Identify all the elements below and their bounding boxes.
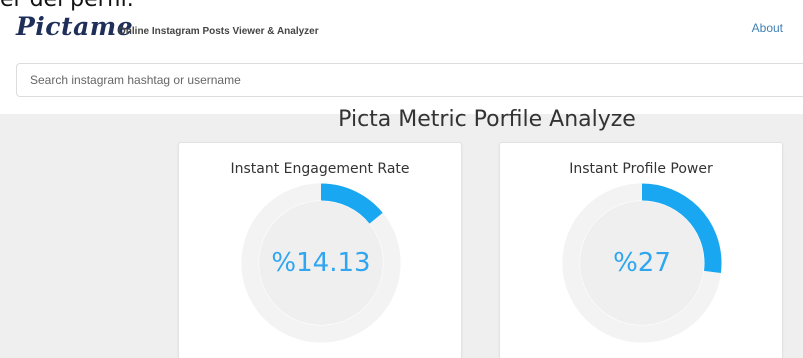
gauge-value: %27 [613, 248, 671, 278]
page-title: Picta Metric Porfile Analyze [338, 107, 636, 132]
metric-card-title: Instant Engagement Rate [230, 161, 410, 177]
site-tagline: Online Instagram Posts Viewer & Analyzer [118, 26, 319, 37]
engagement-gauge: %14.13 [241, 183, 401, 343]
cropped-text: er del perfil. [0, 0, 134, 12]
site-logo[interactable]: Pictame [16, 12, 133, 41]
about-link[interactable]: About [752, 21, 783, 35]
site-header: Pictame Online Instagram Posts Viewer & … [0, 12, 803, 114]
cropped-text-fragment: er del perfil. [0, 0, 803, 12]
profile-power-gauge: %27 [562, 183, 722, 343]
metric-card-title: Instant Profile Power [569, 161, 713, 177]
gauge-value: %14.13 [271, 248, 371, 278]
metric-card-profile-power: Instant Profile Power %27 [499, 142, 783, 358]
metric-card-engagement: Instant Engagement Rate %14.13 [178, 142, 462, 358]
search-input[interactable] [16, 63, 803, 97]
